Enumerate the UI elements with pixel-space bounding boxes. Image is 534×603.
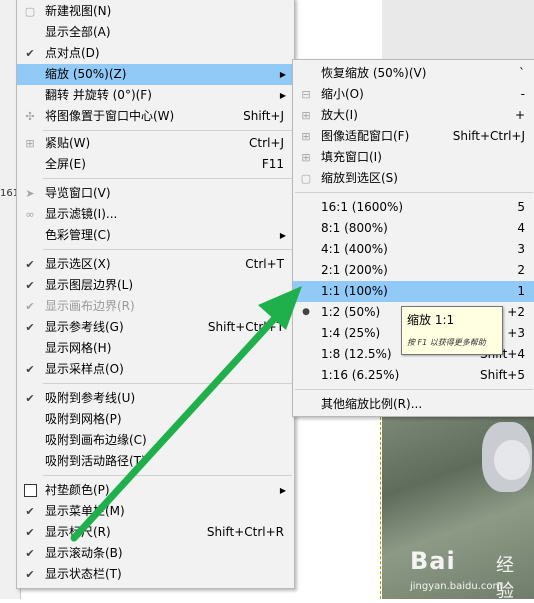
- watermark-url: jingyan.baidu.com: [410, 581, 503, 592]
- watermark-brand-cn: 经验: [496, 555, 514, 602]
- watermark-brand: Bai: [410, 547, 456, 575]
- annotation-arrow: [70, 286, 302, 542]
- watermark: Bai 经验 jingyan.baidu.com: [410, 547, 530, 602]
